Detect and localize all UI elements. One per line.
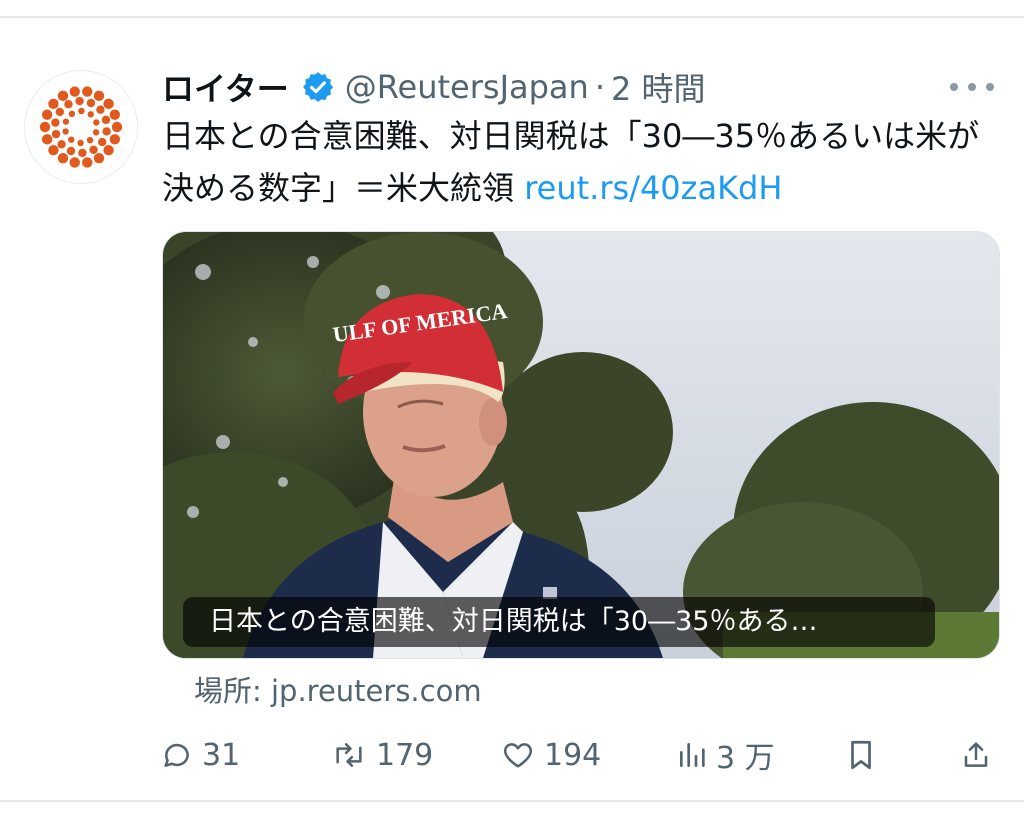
logo-dot — [111, 121, 123, 133]
logo-dot — [109, 109, 121, 120]
logo-dot — [93, 119, 100, 126]
logo-dot — [87, 111, 94, 118]
logo-dot — [62, 128, 69, 135]
logo-dot — [77, 139, 84, 147]
more-dot — [986, 83, 994, 91]
logo-dot — [51, 129, 61, 139]
logo-dot — [41, 109, 53, 120]
bookmark-button[interactable] — [846, 730, 884, 780]
reply-button[interactable]: 31 — [160, 730, 240, 780]
card-source[interactable]: 場所: jp.reuters.com — [194, 668, 482, 710]
account-avatar[interactable] — [24, 70, 138, 184]
logo-dot — [64, 100, 73, 109]
action-bar: 31 179 194 3 万 — [0, 730, 1024, 780]
logo-dot — [62, 118, 70, 125]
account-handle[interactable]: @ReutersJapan — [345, 68, 589, 106]
top-divider — [0, 16, 1024, 18]
logo-dot — [82, 86, 93, 97]
logo-dot — [48, 98, 59, 110]
logo-dot — [39, 121, 51, 133]
logo-dot — [55, 107, 65, 117]
retweet-count: 179 — [376, 737, 434, 773]
logo-dot — [82, 157, 93, 168]
like-count: 194 — [544, 737, 602, 773]
retweet-button[interactable]: 179 — [330, 730, 433, 780]
logo-dot — [86, 136, 94, 144]
logo-dot — [93, 152, 105, 164]
link-card[interactable]: ULF OF MERICA 日本との合意困難、対日関税は「30―35％ある… — [162, 231, 1000, 659]
bottom-divider — [0, 800, 1024, 802]
logo-dot — [66, 146, 76, 156]
retweet-icon — [336, 743, 362, 767]
share-button[interactable] — [960, 730, 1000, 780]
views-button[interactable]: 3 万 — [676, 730, 775, 780]
logo-dot — [75, 96, 84, 106]
reply-count: 31 — [202, 737, 241, 773]
card-caption[interactable]: 日本との合意困難、対日関税は「30―35％ある… — [183, 597, 935, 647]
logo-dot — [57, 140, 66, 149]
account-name[interactable]: ロイター — [162, 64, 289, 110]
logo-dot — [101, 115, 111, 125]
logo-dot — [93, 90, 105, 102]
logo-dot — [68, 110, 76, 118]
tweet-text: 日本との合意困難、対日関税は「30―35％あるいは米が決める数字」＝米大統領 r… — [162, 110, 992, 214]
views-count: 3 万 — [716, 741, 775, 776]
bookmark-icon — [851, 740, 871, 770]
more-dot — [950, 83, 958, 91]
more-dot — [968, 83, 976, 91]
verified-badge-icon[interactable] — [301, 70, 335, 104]
logo-dot — [97, 137, 107, 147]
reply-icon — [164, 743, 189, 767]
logo-dot — [96, 105, 105, 114]
tweet-timestamp[interactable]: 2 時間 — [611, 64, 706, 110]
article-photo: ULF OF MERICA — [163, 232, 999, 658]
header-separator: · — [594, 68, 605, 106]
logo-dot — [103, 144, 114, 156]
logo-dot — [102, 127, 111, 136]
logo-dot — [68, 136, 75, 143]
logo-dot — [69, 86, 80, 97]
logo-dot — [109, 134, 121, 145]
logo-dot — [103, 98, 114, 110]
more-dots-icon[interactable] — [950, 70, 994, 104]
logo-dot — [57, 152, 69, 164]
heart-icon — [503, 743, 533, 768]
logo-dot — [51, 118, 60, 127]
views-chart-icon — [680, 743, 705, 767]
tweet-header: ロイター @ReutersJapan · 2 時間 — [162, 62, 1000, 112]
logo-dot — [69, 157, 80, 168]
like-button[interactable]: 194 — [500, 730, 601, 780]
logo-dot — [92, 129, 100, 136]
logo-dot — [48, 144, 59, 156]
tweet-link[interactable]: reut.rs/40zaKdH — [524, 169, 782, 207]
logo-dot — [78, 148, 87, 158]
reuters-logo — [39, 86, 123, 168]
logo-dot — [41, 134, 53, 145]
logo-dot — [78, 107, 85, 115]
logo-dot — [86, 98, 96, 108]
logo-dot — [89, 145, 98, 154]
logo-dot — [57, 90, 69, 102]
share-icon — [964, 742, 988, 767]
